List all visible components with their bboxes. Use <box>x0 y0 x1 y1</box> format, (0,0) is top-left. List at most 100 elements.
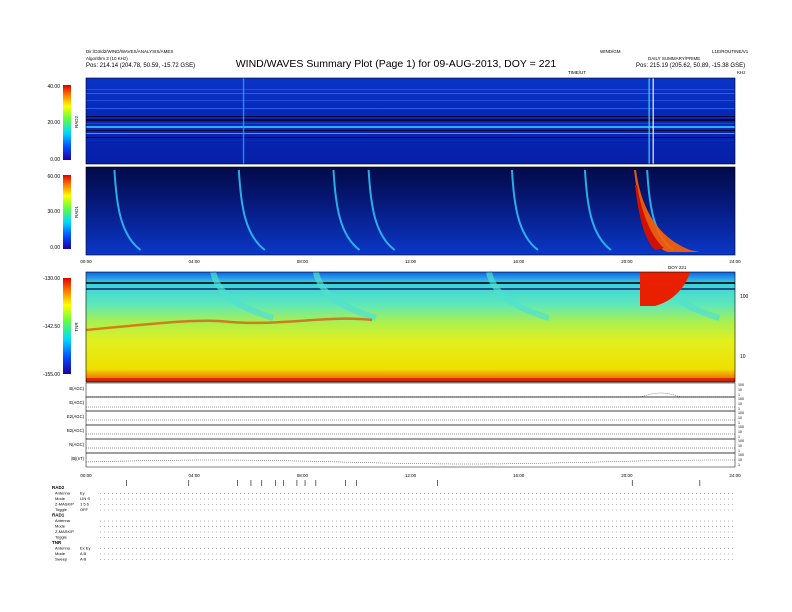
line-panel-3: B2(AGC)100101 <box>67 424 744 440</box>
line-label-0: B(AGC) <box>69 386 84 391</box>
rad2-stripe-2 <box>86 100 735 101</box>
footer-parameters: RAD2Antenna EyMode LIN SZ-MASK/P 1 5 6Toggl… <box>52 485 735 562</box>
bottom-xtick-0: 00:00 <box>80 473 92 478</box>
bottom-xtick-2: 08:00 <box>297 473 309 478</box>
event-ticks <box>126 480 701 486</box>
panel-name-1: RAD1 <box>74 206 79 219</box>
rad2-stripe-4 <box>86 116 735 117</box>
line-series-0 <box>86 392 735 398</box>
line-label-4: N(AGC) <box>69 442 84 447</box>
line-right-1-1: 10 <box>738 402 742 406</box>
rad1-xtick-5: 20:00 <box>621 259 633 264</box>
tnr-right-tick-0: 100 <box>740 294 749 300</box>
line-panel-1: E(AGC)100101 <box>69 396 744 412</box>
line-right-4-1: 10 <box>738 444 742 448</box>
rad2-stripe-5 <box>86 119 735 121</box>
bottom-xtick-1: 04:00 <box>189 473 201 478</box>
rad1-colorbar <box>63 175 71 249</box>
rad2-stripe-6 <box>86 123 735 124</box>
bottom-xtick-4: 16:00 <box>513 473 525 478</box>
footer-row-label-0-1: Mode <box>55 496 66 501</box>
ytick-2-0: -130.00 <box>43 276 60 282</box>
rad2-stripe-0 <box>86 89 735 90</box>
panel-name-0: RAD2 <box>74 116 79 129</box>
line-right-3-1: 10 <box>738 430 742 434</box>
summary-line-panels: B(AGC)100101E(AGC)100101E2(AGC)100101B2(… <box>67 382 744 468</box>
footer-row-value-0-3: OFF <box>80 507 89 512</box>
rad2-panel <box>85 77 736 165</box>
rad1-panel <box>85 166 736 256</box>
footer-row-label-2-0: Antenna <box>55 546 71 551</box>
line-right-4-0: 100 <box>738 439 744 443</box>
footer-row-value-0-0: Ey <box>80 491 85 496</box>
line-label-5: |B|(nT) <box>71 456 84 461</box>
footer-row-label-1-1: Mode <box>55 524 66 529</box>
footer-row-label-0-0: Antenna <box>55 491 71 496</box>
footer-block-2: TNR <box>52 540 62 545</box>
ytick-1-1: 30.00 <box>47 209 60 215</box>
rad1-xtick-4: 16:00 <box>513 259 525 264</box>
rad2-stripe-8 <box>86 130 735 131</box>
line-label-2: E2(AGC) <box>67 414 85 419</box>
tnr-colorbar <box>63 278 71 374</box>
bottom-xtick-5: 20:00 <box>621 473 633 478</box>
tnr-top-right-label: DOY 221 <box>668 265 687 270</box>
rad1-xtick-2: 08:00 <box>297 259 309 264</box>
footer-row-label-0-3: Toggle <box>55 507 68 512</box>
footer-row-label-2-1: Mode <box>55 551 66 556</box>
line-right-0-0: 100 <box>738 383 744 387</box>
line-right-5-0: 100 <box>738 453 744 457</box>
line-series-5 <box>85 459 735 465</box>
rad2-stripe-9 <box>86 133 735 134</box>
rad1-xtick-1: 04:00 <box>189 259 201 264</box>
line-panel-4: N(AGC)100101 <box>69 438 744 454</box>
line-right-5-2: 1 <box>738 463 740 467</box>
rad2-burst-0 <box>242 78 245 164</box>
footer-row-label-1-0: Antenna <box>55 518 71 523</box>
panel-name-2: TNR <box>74 322 79 332</box>
footer-block-0: RAD2 <box>52 485 65 490</box>
footer-row-label-0-2: Z-MASK/P <box>55 502 74 507</box>
line-right-5-1: 10 <box>738 458 742 462</box>
ytick-1-0: 60.00 <box>47 174 60 180</box>
wind-waves-figure: 40.00 20.00 0.00 60.00 30.00 0.00 -130.00 -142.… <box>43 77 749 562</box>
footer-row-value-2-2: A B <box>80 557 87 562</box>
rad2-burst-2 <box>652 78 654 164</box>
footer-row-label-2-2: Sweep <box>55 557 68 562</box>
bottom-xtick-3: 12:00 <box>405 473 417 478</box>
line-right-3-0: 100 <box>738 425 744 429</box>
footer-row-value-0-1: LIN S <box>80 496 90 501</box>
tnr-right-ticks: 100 10 <box>740 294 749 360</box>
line-panel-5: |B|(nT) 100101 <box>71 452 744 468</box>
rad1-xtick-3: 12:00 <box>405 259 417 264</box>
tnr-right-tick-1: 10 <box>740 354 746 360</box>
footer-row-value-2-1: A B <box>80 551 87 556</box>
line-right-2-0: 100 <box>738 411 744 415</box>
line-right-1-0: 100 <box>738 397 744 401</box>
rad2-stripe-3 <box>86 108 735 109</box>
footer-row-value-2-0: Ex Ey <box>80 546 90 551</box>
ytick-1-2: 0.00 <box>50 245 60 251</box>
line-panel-2: E2(AGC)100101 <box>67 410 744 426</box>
ytick-0-2: 0.00 <box>50 157 60 163</box>
panel-ytick-labels: 40.00 20.00 0.00 60.00 30.00 0.00 -130.00 -142.… <box>43 84 60 378</box>
rad1-xtick-6: 24:00 <box>729 259 741 264</box>
rad2-stripe-7 <box>86 126 735 128</box>
footer-block-1: RAD1 <box>52 513 65 518</box>
footer-row-label-1-2: Z-MASK/P <box>55 529 74 534</box>
line-label-1: E(AGC) <box>69 400 84 405</box>
rad2-colorbar <box>63 85 71 160</box>
tnr-panel <box>85 271 736 383</box>
ytick-2-1: -142.50 <box>43 324 60 330</box>
ytick-2-2: -155.00 <box>43 372 60 378</box>
ytick-0-0: 40.00 <box>47 84 60 90</box>
panel-names: RAD2 RAD1 TNR <box>74 116 79 332</box>
footer-row-label-1-3: Toggle <box>55 535 68 540</box>
ytick-0-1: 20.00 <box>47 120 60 126</box>
rad2-burst-1 <box>648 78 650 164</box>
line-right-2-1: 10 <box>738 416 742 420</box>
bottom-xtick-labels: 00:00 04:00 08:00 12:00 16:00 20:00 24:00 <box>80 473 741 478</box>
rad1-xtick-0: 00:00 <box>80 259 92 264</box>
rad2-stripe-11 <box>86 140 735 141</box>
rad2-stripe-1 <box>86 93 735 94</box>
